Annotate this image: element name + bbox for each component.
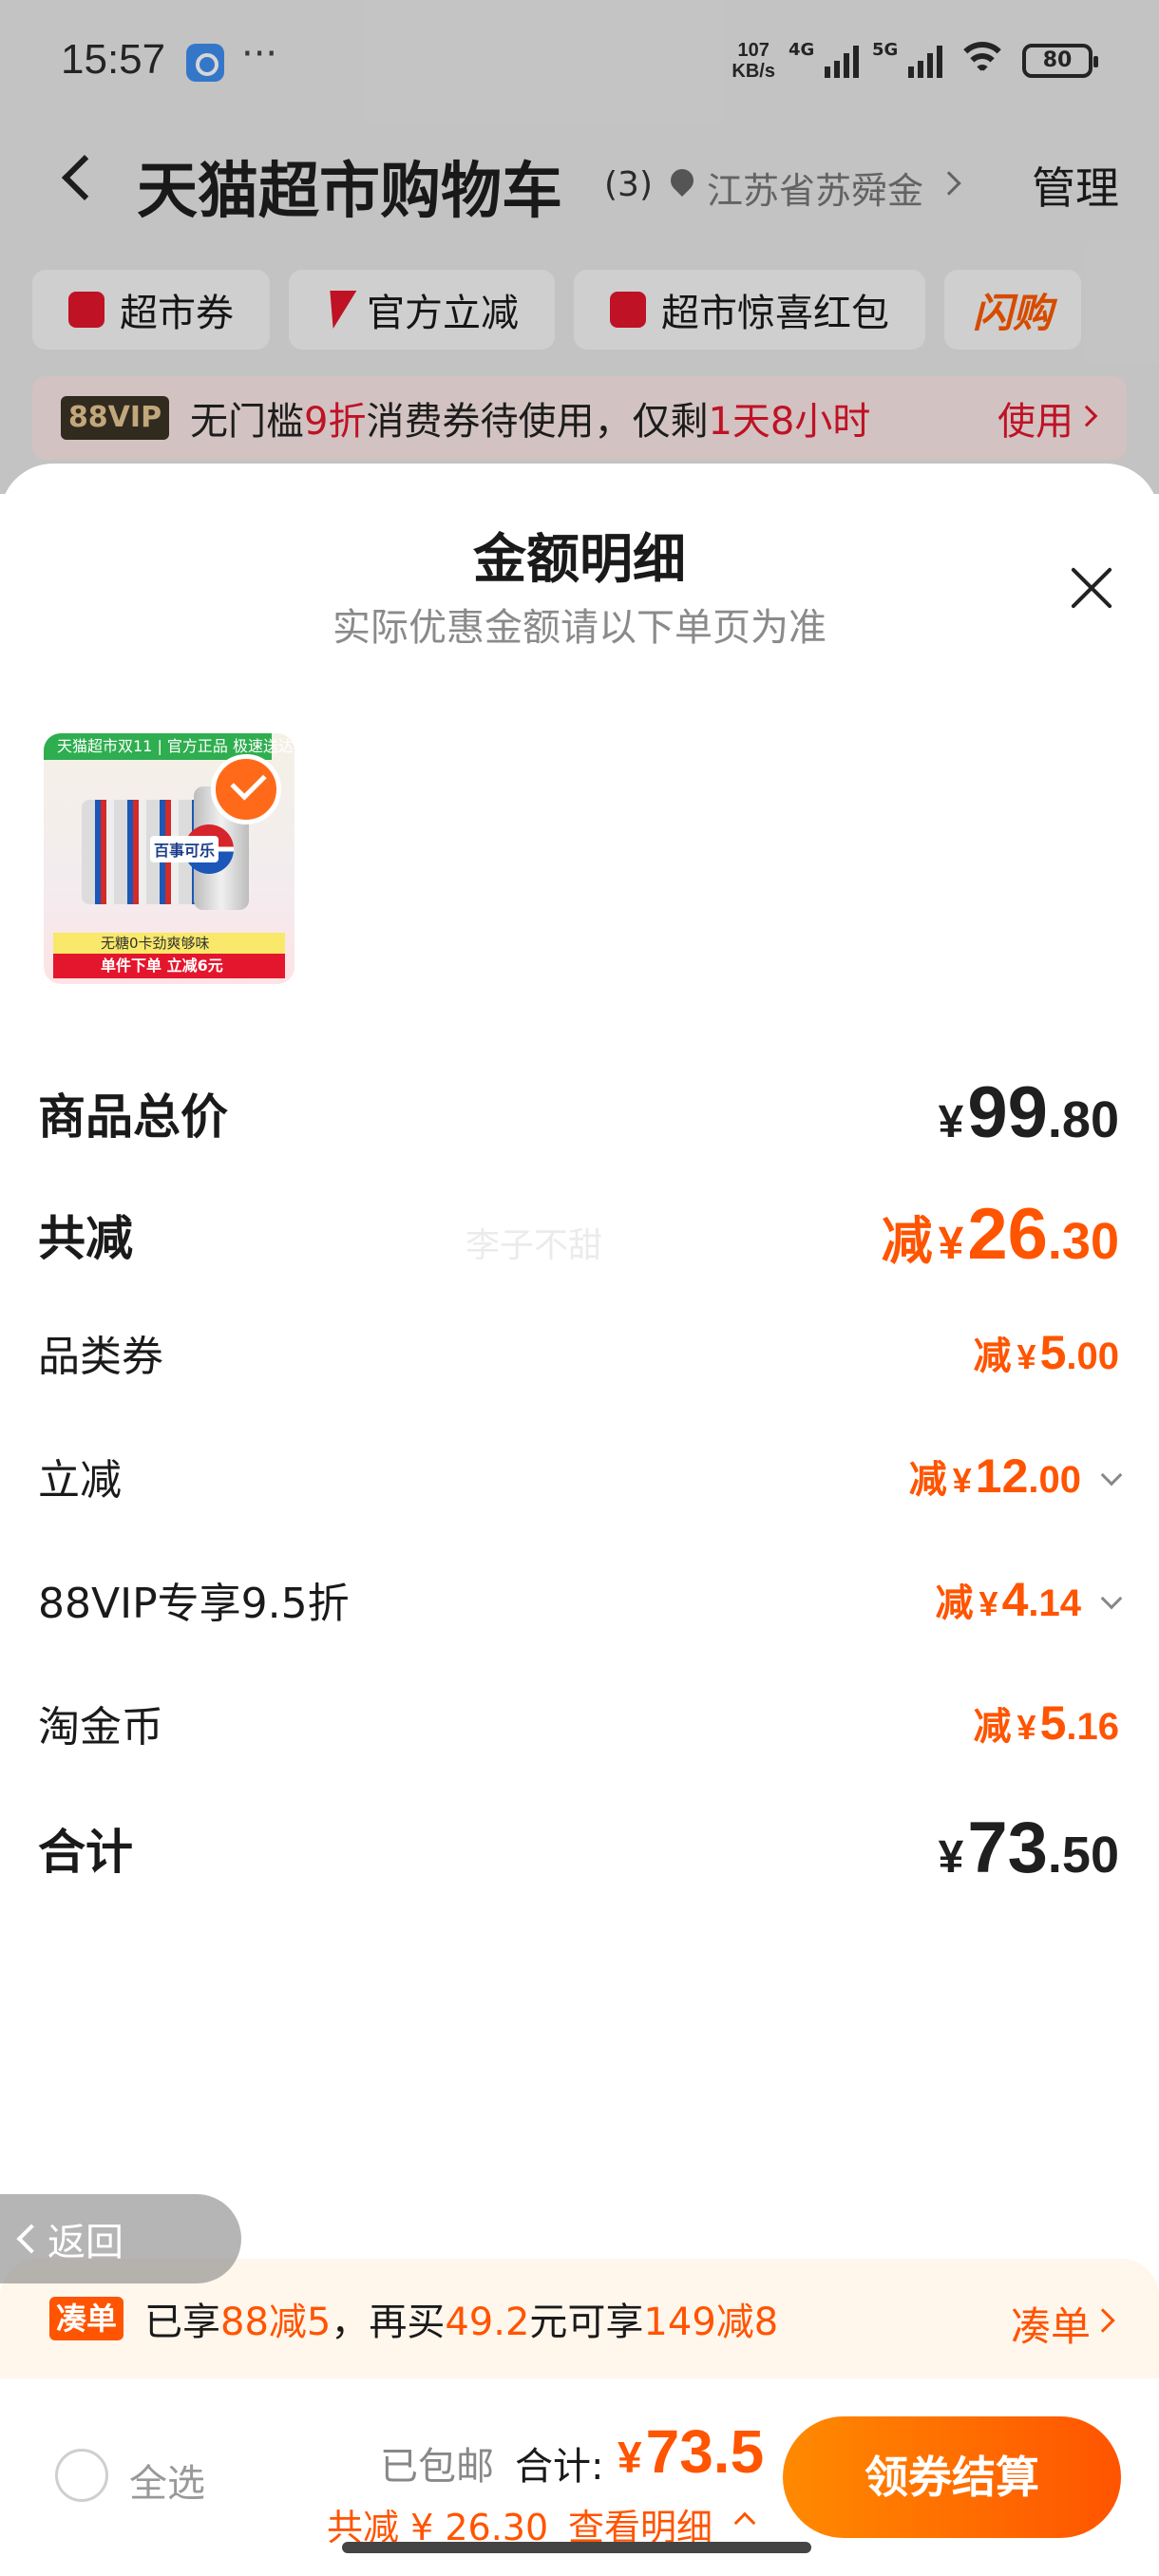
- amount-value: ¥73.50: [938, 1808, 1119, 1888]
- row-instant-discount[interactable]: 立减 减 ¥12.00: [38, 1446, 1123, 1506]
- free-shipping-label: 已包邮: [380, 2445, 494, 2489]
- amount-value: 减 ¥5.00: [973, 1326, 1119, 1379]
- close-icon[interactable]: [1068, 564, 1115, 612]
- sheet-subtitle: 实际优惠金额请以下单页为准: [332, 606, 826, 650]
- amount-value: ¥99.80: [938, 1072, 1119, 1153]
- amount-value: 减 ¥5.16: [973, 1696, 1119, 1750]
- chevron-left-icon: [16, 2224, 47, 2254]
- promo-text: 已享88减5，再买49.2元可享149减8: [144, 2301, 779, 2344]
- chevron-down-icon[interactable]: [1100, 1464, 1123, 1487]
- promo-badge: 凑单: [49, 2297, 124, 2340]
- row-goods-total: 商品总价 ¥99.80: [38, 1072, 1119, 1153]
- row-grand-total: 合计 ¥73.50: [38, 1808, 1119, 1888]
- thumb-tag-2: 单件下单 立减6元: [53, 954, 285, 978]
- modal-overlay[interactable]: [0, 0, 1159, 494]
- amount-value: 减 ¥12.00: [909, 1449, 1123, 1504]
- add-on-link[interactable]: 凑单: [1011, 2295, 1091, 2353]
- total-amount: ¥73.5: [618, 2417, 765, 2486]
- row-category-coupon: 品类券 减 ¥5.00: [38, 1326, 1119, 1381]
- chevron-right-icon: [1091, 2308, 1115, 2333]
- select-all-label[interactable]: 全选: [129, 2453, 205, 2508]
- selected-check-icon[interactable]: [211, 754, 281, 824]
- amount-value: 减 ¥4.14: [936, 1572, 1123, 1627]
- total-label: 合计:: [515, 2445, 604, 2489]
- home-indicator[interactable]: [342, 2542, 811, 2553]
- chevron-up-icon[interactable]: [733, 2511, 756, 2534]
- checkout-button[interactable]: 领券结算: [783, 2416, 1121, 2538]
- amount-value: 减 ¥26.30: [881, 1194, 1119, 1275]
- back-pill-button[interactable]: 返回: [0, 2194, 241, 2283]
- select-all-radio[interactable]: [55, 2449, 108, 2502]
- row-88vip-discount[interactable]: 88VIP专享9.5折 减 ¥4.14: [38, 1569, 1123, 1630]
- thumb-brand: 百事可乐: [150, 836, 219, 862]
- thumb-tag-1: 无糖0卡劲爽够味: [53, 933, 285, 954]
- watermark: 李子不甜: [466, 1226, 603, 1265]
- sheet-title: 金额明细: [473, 529, 686, 591]
- row-taobao-coins: 淘金币 减 ¥5.16: [38, 1696, 1119, 1752]
- chevron-down-icon[interactable]: [1100, 1587, 1123, 1610]
